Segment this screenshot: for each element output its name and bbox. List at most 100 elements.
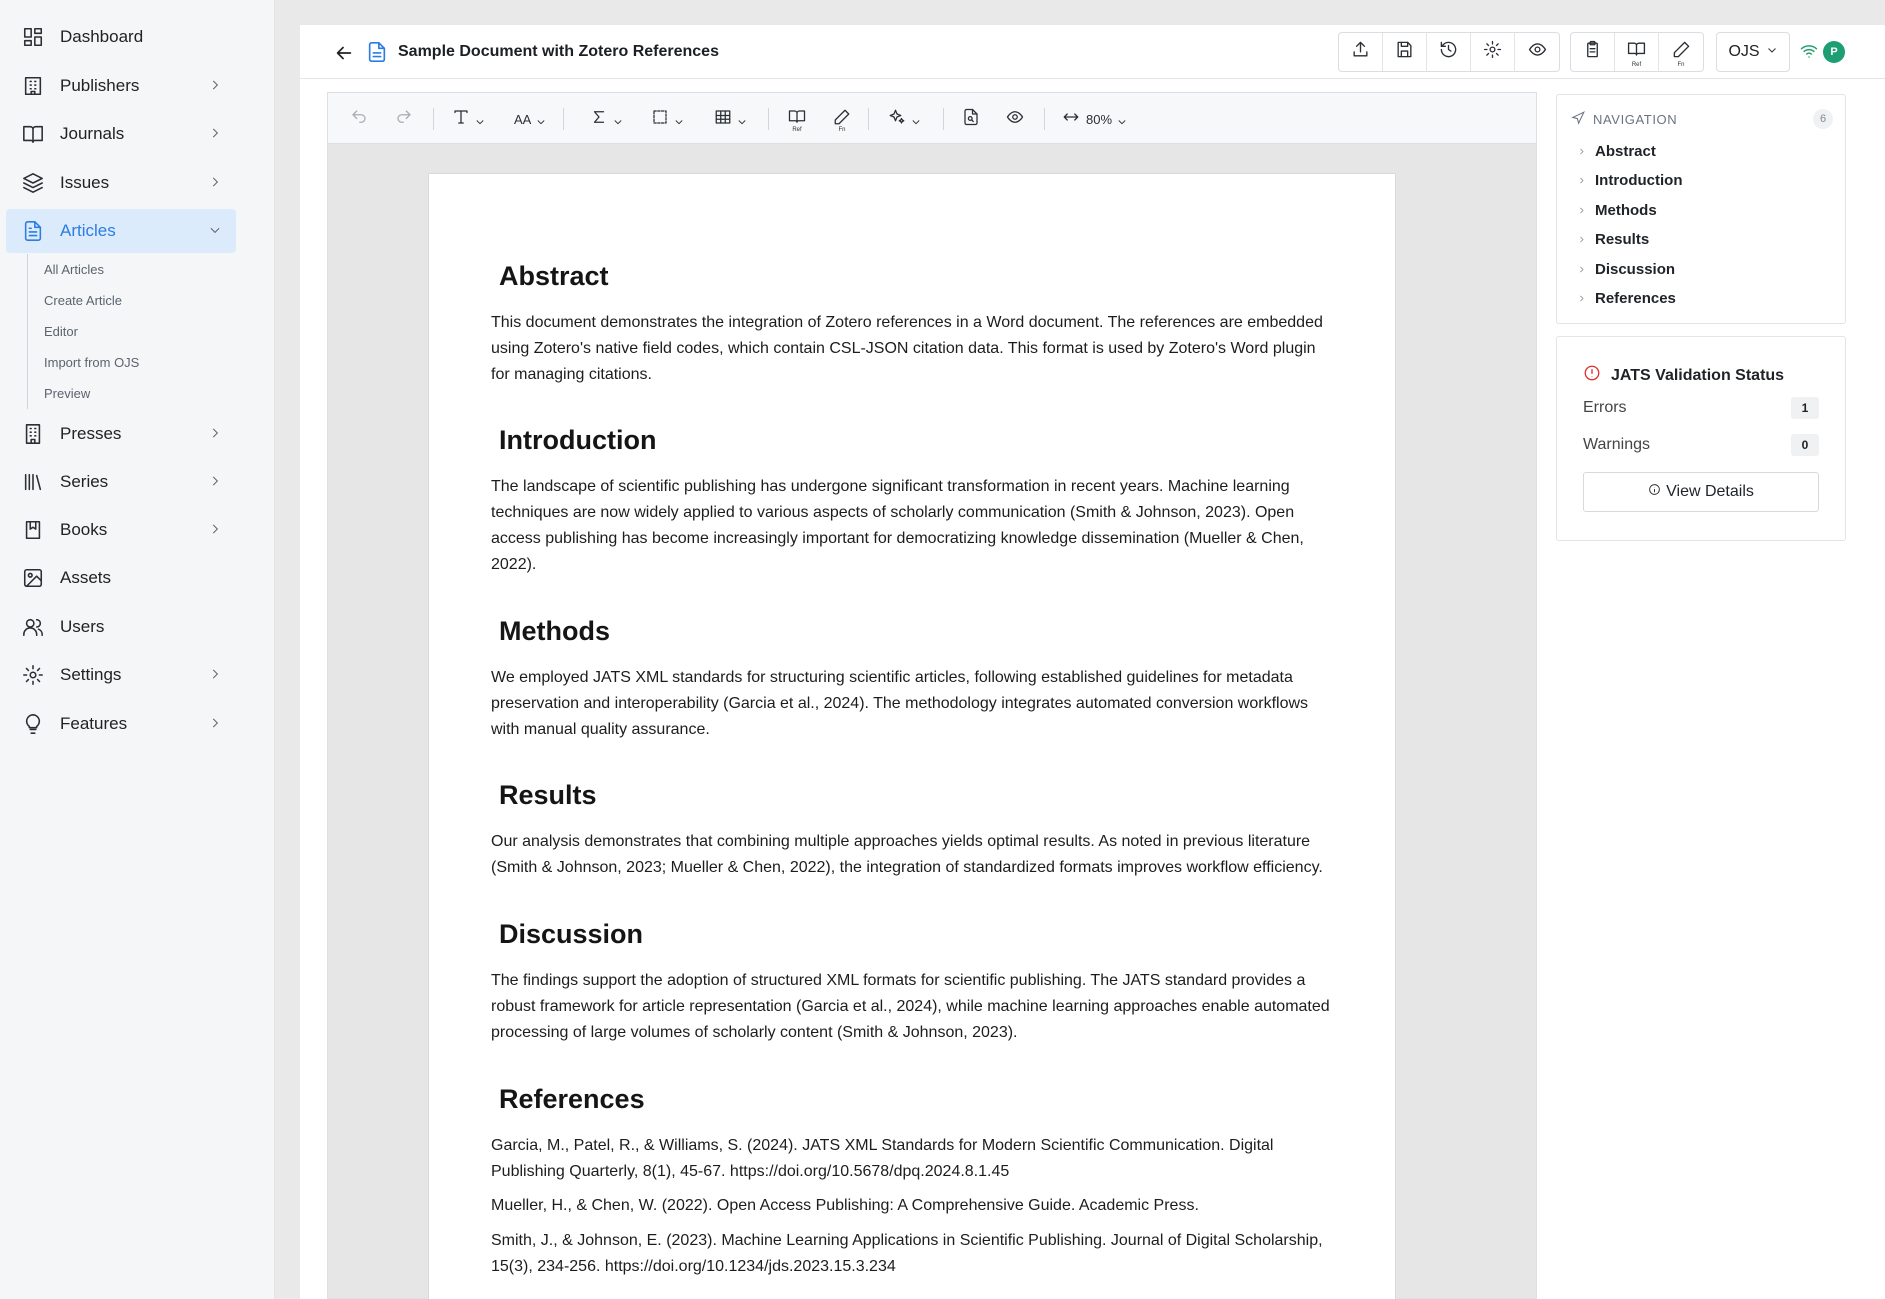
preview-toggle-button[interactable] xyxy=(1006,106,1024,132)
sidebar-item-books[interactable]: Books xyxy=(6,508,236,552)
box-dropdown[interactable] xyxy=(651,106,684,132)
info-icon xyxy=(1648,483,1666,501)
subnav-all-articles[interactable]: All Articles xyxy=(28,254,247,285)
sidebar-item-label: Settings xyxy=(60,665,122,684)
chevron-down-icon xyxy=(737,114,747,125)
ref-label: Ref xyxy=(1631,62,1642,68)
nav-item-discussion[interactable]: Discussion xyxy=(1577,261,1675,278)
gear-icon xyxy=(20,662,46,688)
sidebar-item-label: Books xyxy=(60,520,108,539)
alert-circle-icon xyxy=(1583,364,1611,387)
ai-tools-dropdown[interactable] xyxy=(888,106,921,132)
pen-icon xyxy=(1672,40,1691,64)
chevron-right-icon xyxy=(208,522,222,536)
header-actions-group xyxy=(1338,32,1560,72)
undo-button[interactable] xyxy=(350,106,368,132)
text-style-dropdown[interactable] xyxy=(452,106,485,132)
sidebar-item-series[interactable]: Series xyxy=(6,460,236,504)
export-button[interactable] xyxy=(1339,33,1383,71)
nav-item-label: Abstract xyxy=(1595,143,1656,160)
fn-label: Fn xyxy=(1677,62,1685,68)
sidebar-item-dashboard[interactable]: Dashboard xyxy=(6,15,236,59)
undo-icon xyxy=(350,108,368,131)
insert-reference-button[interactable]: Ref xyxy=(788,106,806,133)
chevron-right-icon xyxy=(208,667,222,681)
subnav-import-from-ojs[interactable]: Import from OJS xyxy=(28,347,247,378)
history-icon xyxy=(1439,40,1458,64)
upload-icon xyxy=(1351,40,1370,64)
sidebar-item-label: Features xyxy=(60,714,128,733)
references-button[interactable]: Ref xyxy=(1615,33,1659,71)
navigation-title: NAVIGATION xyxy=(1593,112,1678,127)
subnav-preview[interactable]: Preview xyxy=(28,378,247,409)
warnings-row: Warnings 0 xyxy=(1583,434,1819,456)
avatar[interactable]: P xyxy=(1823,41,1845,63)
articles-subnav: All Articles Create Article Editor Impor… xyxy=(27,254,247,409)
chevron-right-icon xyxy=(1577,290,1595,307)
sidebar-item-label: Users xyxy=(60,617,105,636)
errors-count-badge: 1 xyxy=(1791,397,1819,419)
math-dropdown[interactable] xyxy=(590,106,623,132)
nav-item-introduction[interactable]: Introduction xyxy=(1577,172,1682,189)
nav-item-label: Introduction xyxy=(1595,172,1683,189)
section-body-introduction: The landscape of scientific publishing h… xyxy=(491,478,1304,573)
sidebar-item-settings[interactable]: Settings xyxy=(6,653,236,697)
font-size-dropdown[interactable]: AA xyxy=(514,106,546,132)
editor-toolbar: AA Ref Fn 80% xyxy=(328,93,1536,144)
sidebar-item-presses[interactable]: Presses xyxy=(6,412,236,456)
sidebar-item-publishers[interactable]: Publishers xyxy=(6,64,236,108)
footnote-button[interactable]: Fn xyxy=(1659,33,1703,71)
arrows-horizontal-icon xyxy=(1062,108,1080,131)
nav-item-abstract[interactable]: Abstract xyxy=(1577,143,1656,160)
sidebar: Dashboard Publishers Journals Issues Art… xyxy=(0,0,275,1299)
sidebar-item-label: Articles xyxy=(60,221,116,240)
validation-title: JATS Validation Status xyxy=(1611,366,1785,384)
redo-button[interactable] xyxy=(395,106,413,132)
sidebar-item-issues[interactable]: Issues xyxy=(6,161,236,205)
history-button[interactable] xyxy=(1427,33,1471,71)
chevron-down-icon xyxy=(1760,43,1778,61)
chevron-right-icon xyxy=(208,175,222,189)
document-icon xyxy=(366,41,388,63)
building-icon xyxy=(20,73,46,99)
errors-label: Errors xyxy=(1583,399,1627,416)
sidebar-item-features[interactable]: Features xyxy=(6,702,236,746)
sidebar-item-label: Publishers xyxy=(60,76,140,95)
view-details-button[interactable]: View Details xyxy=(1583,472,1819,512)
sidebar-item-label: Issues xyxy=(60,173,110,192)
subnav-editor[interactable]: Editor xyxy=(28,316,247,347)
toolbar-divider xyxy=(433,108,434,130)
back-arrow-icon[interactable] xyxy=(333,42,355,64)
chevron-right-icon xyxy=(1577,202,1595,219)
view-details-label: View Details xyxy=(1666,483,1754,500)
fn-label: Fn xyxy=(838,127,846,133)
library-icon xyxy=(20,469,46,495)
sidebar-item-assets[interactable]: Assets xyxy=(6,556,236,600)
nav-item-methods[interactable]: Methods xyxy=(1577,202,1657,219)
ref-label: Ref xyxy=(792,127,802,133)
preview-button[interactable] xyxy=(1515,33,1559,71)
platform-dropdown[interactable]: OJS xyxy=(1716,32,1790,72)
chevron-down-icon xyxy=(475,114,485,125)
save-button[interactable] xyxy=(1383,33,1427,71)
nav-item-results[interactable]: Results xyxy=(1577,231,1649,248)
subnav-create-article[interactable]: Create Article xyxy=(28,285,247,316)
zoom-dropdown[interactable]: 80% xyxy=(1062,106,1127,132)
nav-item-label: Methods xyxy=(1595,202,1657,219)
sidebar-item-journals[interactable]: Journals xyxy=(6,112,236,156)
document-page[interactable]: Abstract This document demonstrates the … xyxy=(428,173,1396,1299)
insert-footnote-button[interactable]: Fn xyxy=(833,106,851,133)
nav-item-references[interactable]: References xyxy=(1577,290,1676,307)
navigation-icon xyxy=(1571,111,1593,128)
save-icon xyxy=(1395,40,1414,64)
settings-button[interactable] xyxy=(1471,33,1515,71)
document-search-button[interactable] xyxy=(962,106,980,132)
navigation-count-badge: 6 xyxy=(1813,109,1833,129)
sidebar-item-users[interactable]: Users xyxy=(6,605,236,649)
lightbulb-icon xyxy=(20,711,46,737)
clipboard-button[interactable] xyxy=(1571,33,1615,71)
table-dropdown[interactable] xyxy=(714,106,747,132)
main-panel: Sample Document with Zotero References R… xyxy=(300,25,1885,1299)
sidebar-item-label: Journals xyxy=(60,124,125,143)
sidebar-item-articles[interactable]: Articles xyxy=(6,209,236,253)
